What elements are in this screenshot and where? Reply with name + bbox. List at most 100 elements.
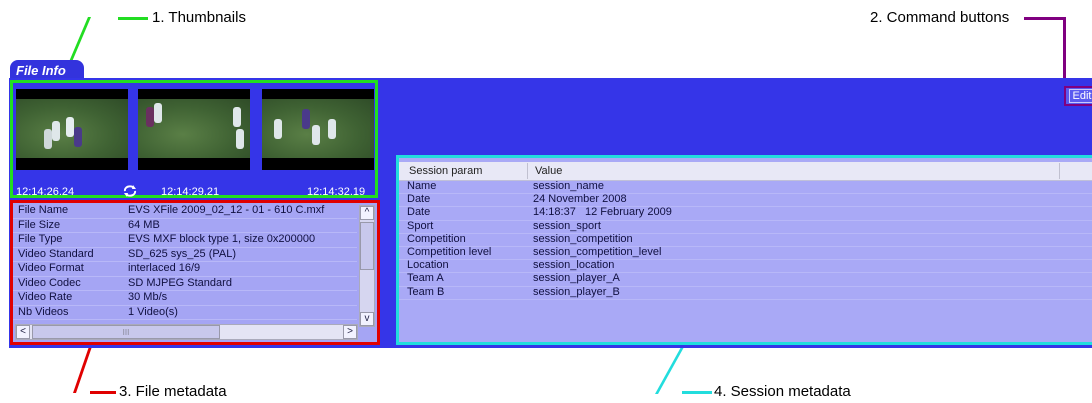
session-row: Competition session_competition [399, 232, 1092, 247]
session-metadata-list[interactable]: Name session_name Date 24 November 2008 Da… [399, 180, 1092, 300]
session-row: Date 24 November 2008 [399, 193, 1092, 208]
row-key: Video Format [18, 262, 84, 274]
thumbnail-3-time: 12:14:32.19 [307, 186, 366, 198]
vertical-scroll-thumb[interactable] [360, 222, 374, 270]
row-value: 14:18:37 12 February 2009 [533, 206, 672, 219]
thumbnail-2-image [138, 99, 250, 158]
row-key: Video Codec [18, 276, 81, 289]
scroll-up-button[interactable]: ^ [360, 206, 374, 220]
row-value: 30 Mb/s [128, 291, 168, 303]
scroll-down-button[interactable]: v [360, 312, 374, 326]
file-metadata-row: File Size 64 MB [13, 218, 357, 233]
callout-session-metadata: 4. Session metadata [714, 383, 851, 400]
callout-file-line-d [73, 345, 93, 393]
thumbnail-3-image [262, 99, 374, 158]
edit-button-label: Edit [1068, 89, 1092, 103]
player-figure [146, 107, 154, 127]
thumbnail-1-time: 12:14:26.24 [16, 186, 75, 198]
header-divider [1059, 163, 1060, 179]
scroll-left-button[interactable]: < [16, 325, 30, 339]
session-metadata-panel: Session param Value Name session_name Dat… [396, 155, 1092, 345]
callout-command-buttons: 2. Command buttons [870, 9, 1010, 26]
player-figure [154, 103, 162, 123]
callout-command-line-h [1024, 17, 1064, 20]
row-key: Name [407, 180, 437, 192]
row-value: session_player_A [533, 272, 620, 285]
player-figure [52, 121, 60, 141]
session-row: Team B session_player_B [399, 285, 1092, 300]
callout-session-line-h [682, 391, 712, 394]
callout-session-line-d [655, 345, 686, 394]
row-key: File Size [18, 218, 61, 231]
file-metadata-row: Nb Videos 1 Video(s) [13, 305, 357, 320]
row-value: 1 Video(s) [128, 305, 178, 318]
file-metadata-row: File Name EVS XFile 2009_02_12 - 01 - 610… [13, 204, 357, 219]
row-key: Date [407, 193, 431, 206]
row-value: 64 MB [128, 218, 160, 231]
thumbnail-3[interactable] [262, 89, 374, 170]
header-divider [527, 163, 528, 179]
file-metadata-row: Video Standard SD_625 sys_25 (PAL) [13, 247, 357, 262]
callout-command-line-v [1063, 17, 1066, 87]
callout-thumbnails: 1. Thumbnails [152, 9, 246, 26]
player-figure [236, 129, 244, 149]
player-figure [233, 107, 241, 127]
row-value: session_name [533, 180, 604, 192]
player-figure [312, 125, 320, 145]
session-row: Competition level session_competition_lev… [399, 245, 1092, 261]
thumbnail-1-image [16, 99, 128, 158]
row-value: session_competition_level [533, 245, 662, 258]
row-key: Team A [407, 272, 444, 285]
row-key: Nb Videos [18, 305, 69, 318]
session-row: Sport session_sport [399, 219, 1092, 234]
player-figure [66, 117, 74, 137]
row-value: 24 November 2008 [533, 193, 627, 206]
row-value: session_competition [533, 232, 633, 245]
row-value: session_location [533, 259, 615, 272]
row-value: SD MJPEG Standard [128, 276, 232, 289]
sync-icon[interactable] [123, 185, 137, 200]
callout-thumbnails-line-h [118, 17, 148, 20]
horizontal-scroll-thumb[interactable]: III [32, 325, 220, 339]
row-key: Location [407, 259, 449, 272]
session-row: Team A session_player_A [399, 272, 1092, 287]
player-figure [44, 129, 52, 149]
edit-button[interactable]: Edit [1064, 86, 1092, 106]
callout-file-line-h [90, 391, 116, 394]
header-session-param[interactable]: Session param [409, 165, 482, 177]
horizontal-scrollbar[interactable]: < III > [15, 324, 358, 340]
callout-file-metadata: 3. File metadata [119, 383, 227, 400]
row-key: Video Rate [18, 291, 73, 303]
thumbnail-1[interactable] [16, 89, 128, 170]
vertical-scrollbar[interactable]: ^ v [359, 205, 375, 327]
scroll-grip: III [122, 328, 130, 337]
thumbnail-2[interactable] [138, 89, 250, 170]
row-key: Team B [407, 285, 445, 298]
session-row: Date 14:18:37 12 February 2009 [399, 206, 1092, 221]
row-key: File Name [18, 204, 69, 216]
session-row: Location session_location [399, 259, 1092, 274]
row-value: EVS MXF block type 1, size 0x200000 [128, 233, 316, 245]
row-value: interlaced 16/9 [128, 262, 201, 274]
header-value[interactable]: Value [535, 165, 562, 177]
player-figure [74, 127, 82, 147]
thumbnails-area: 12:14:26.24 12:14:29.21 12:14:32.19 [10, 80, 378, 198]
row-key: Competition level [407, 245, 492, 258]
row-key: File Type [18, 233, 63, 245]
row-value: EVS XFile 2009_02_12 - 01 - 610 C.mxf [128, 204, 325, 216]
row-key: Video Standard [18, 247, 94, 260]
session-table-header: Session param Value [399, 162, 1092, 181]
session-row: Name session_name [399, 180, 1092, 195]
scroll-right-button[interactable]: > [343, 325, 357, 339]
file-metadata-panel: File Name EVS XFile 2009_02_12 - 01 - 610… [10, 200, 380, 345]
thumbnail-2-time: 12:14:29.21 [161, 186, 220, 198]
row-key: Sport [407, 219, 434, 232]
row-key: Competition [407, 232, 466, 245]
row-value: session_player_B [533, 285, 620, 298]
file-metadata-list[interactable]: File Name EVS XFile 2009_02_12 - 01 - 610… [13, 204, 357, 328]
file-metadata-row: Video Codec SD MJPEG Standard [13, 276, 357, 291]
row-key: Date [407, 206, 431, 219]
file-metadata-row: Video Format interlaced 16/9 [13, 262, 357, 277]
file-metadata-row: File Type EVS MXF block type 1, size 0x20… [13, 233, 357, 248]
row-value: session_sport [533, 219, 601, 232]
